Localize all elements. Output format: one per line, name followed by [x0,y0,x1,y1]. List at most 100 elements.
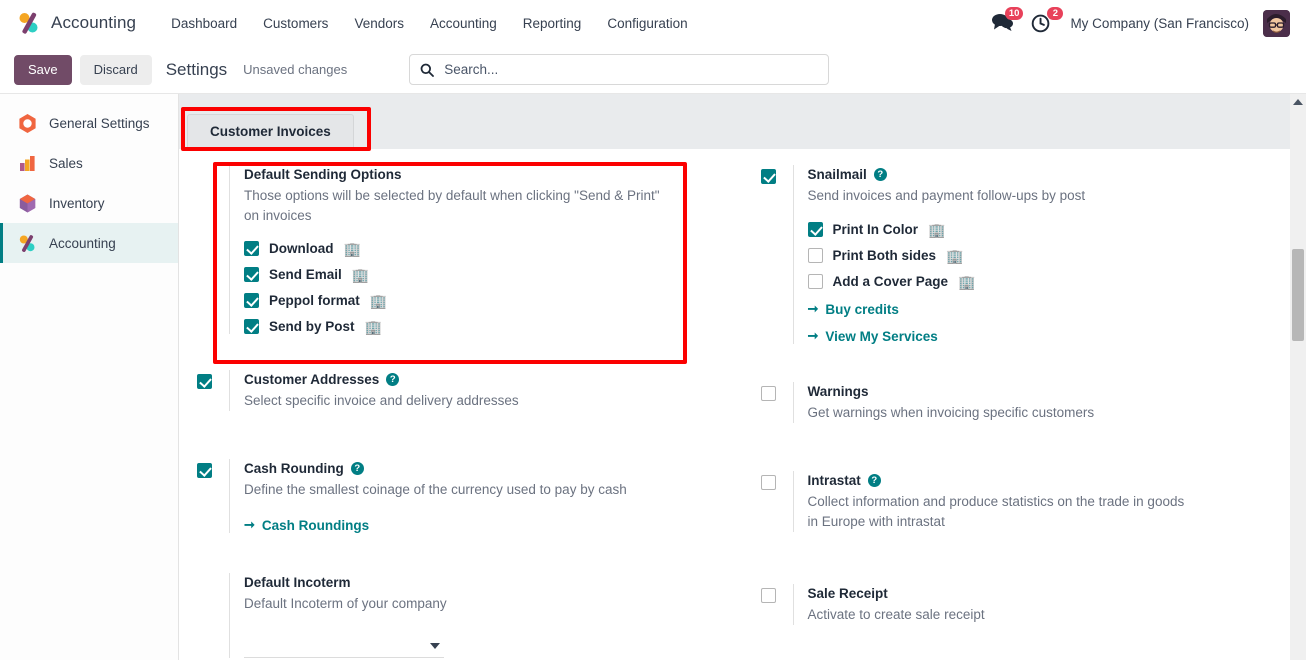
setting-title: Customer Addresses ? [244,370,721,389]
search-input[interactable] [409,54,830,85]
company-building-icon: 🏢 [364,318,382,335]
unsaved-changes-status: Unsaved changes [243,62,348,77]
setting-checkbox-cell [197,165,229,169]
messages-badge: 10 [1004,7,1024,20]
customer-addresses-checkbox[interactable] [197,374,212,389]
suboption-send-email: Send Email 🏢 [244,267,721,282]
add-cover-page-checkbox[interactable] [807,274,823,289]
link-label: Cash Roundings [261,517,370,533]
setting-checkbox-cell [760,382,793,401]
discard-button[interactable]: Discard [79,54,152,85]
nav-link-dashboard[interactable]: Dashboard [158,10,250,37]
save-button[interactable]: Save [14,54,72,85]
setting-title-label: Intrastat [807,473,861,488]
nav-link-customers[interactable]: Customers [250,10,341,37]
setting-title-label: Snailmail [807,167,867,182]
help-icon[interactable]: ? [867,474,881,487]
nav-link-vendors[interactable]: Vendors [341,10,417,37]
sidebar-item-label: Sales [49,155,83,171]
send-by-post-checkbox[interactable] [244,319,259,334]
setting-description: Send invoices and payment follow-ups by … [807,188,1086,203]
help-icon[interactable]: ? [350,462,364,475]
default-incoterm-select[interactable] [244,634,444,658]
sidebar-item-general-settings[interactable]: General Settings [0,103,178,143]
settings-panel: Default Sending Options Those options wi… [179,149,1306,660]
sidebar-item-label: Inventory [49,195,105,211]
accounting-app-icon [16,10,42,36]
setting-text-cell: Cash Rounding ? Define the smallest coin… [229,459,721,533]
search-container [409,54,830,85]
setting-title: Snailmail ? [808,165,1285,184]
company-building-icon: 🏢 [343,240,361,257]
intrastat-checkbox[interactable] [760,475,776,490]
setting-title: Default Sending Options [244,165,721,184]
cash-rounding-checkbox[interactable] [197,463,212,478]
link-label: Buy credits [825,301,899,317]
setting-default-incoterm: Default Incoterm Default Incoterm of you… [197,573,721,658]
help-icon[interactable]: ? [386,373,400,386]
inventory-box-icon [17,193,38,214]
link-buy-credits[interactable]: ➞ Buy credits [808,301,1285,317]
setting-description: Default Incoterm of your company [244,596,447,611]
print-both-sides-checkbox[interactable] [807,248,823,263]
warnings-checkbox[interactable] [760,386,776,401]
nav-link-reporting[interactable]: Reporting [510,10,595,37]
top-navbar: Accounting Dashboard Customers Vendors A… [0,0,1306,46]
tab-customer-invoices[interactable]: Customer Invoices [187,114,354,148]
snailmail-checkbox[interactable] [760,169,776,184]
link-cash-roundings[interactable]: ➞ Cash Roundings [244,517,721,533]
setting-title-label: Warnings [807,384,869,399]
setting-title: Warnings [808,382,1285,401]
activities-button[interactable]: 2 [1030,7,1064,35]
setting-title-label: Default Sending Options [244,167,402,182]
setting-cash-rounding: Cash Rounding ? Define the smallest coin… [197,459,721,533]
sidebar-item-sales[interactable]: Sales [0,143,178,183]
arrow-right-icon: ➞ [807,301,819,316]
nav-link-accounting[interactable]: Accounting [417,10,510,37]
suboption-label: Print In Color [832,222,919,237]
setting-title: Intrastat ? [808,471,1285,490]
setting-text-cell: Sale Receipt Activate to create sale rec… [792,584,1285,625]
sidebar-item-inventory[interactable]: Inventory [0,183,178,223]
nav-link-configuration[interactable]: Configuration [594,10,700,37]
setting-customer-addresses: Customer Addresses ? Select specific inv… [197,370,721,411]
print-in-color-checkbox[interactable] [807,222,823,237]
sidebar-item-accounting[interactable]: Accounting [0,223,178,263]
send-email-checkbox[interactable] [244,267,259,282]
peppol-format-checkbox[interactable] [244,293,259,308]
setting-title-label: Default Incoterm [244,575,351,590]
settings-grid: Default Sending Options Those options wi… [179,165,1306,660]
settings-gear-hex-icon [17,113,38,134]
scroll-up-arrow-icon[interactable] [1293,99,1303,105]
setting-description: Those options will be selected by defaul… [244,188,660,223]
brand[interactable]: Accounting [12,10,136,36]
sidebar-item-label: Accounting [49,235,116,251]
download-checkbox[interactable] [244,241,259,256]
activities-badge: 2 [1047,7,1064,20]
company-building-icon: 🏢 [958,273,976,290]
setting-description: Collect information and produce statisti… [807,494,1185,529]
setting-title-label: Customer Addresses [244,372,380,387]
sale-receipt-checkbox[interactable] [760,588,776,603]
sidebar-item-label: General Settings [49,115,150,131]
company-switcher[interactable]: My Company (San Francisco) [1070,16,1249,31]
suboption-label: Print Both sides [832,248,937,263]
avatar[interactable] [1263,9,1290,37]
setting-title-label: Cash Rounding [244,461,344,476]
link-view-my-services[interactable]: ➞ View My Services [808,328,1285,344]
help-icon[interactable]: ? [873,168,887,181]
suboption-label: Download [269,241,334,256]
messages-button[interactable]: 10 [990,7,1024,35]
setting-snailmail: Snailmail ? Send invoices and payment fo… [760,165,1285,344]
setting-checkbox-cell [760,165,793,184]
setting-sale-receipt: Sale Receipt Activate to create sale rec… [760,584,1285,625]
vertical-scrollbar[interactable] [1290,94,1306,660]
settings-column-left: Default Sending Options Those options wi… [179,165,743,660]
setting-text-cell: Default Incoterm Default Incoterm of you… [229,573,721,658]
suboption-print-in-color: Print In Color 🏢 [807,222,1285,237]
setting-title: Cash Rounding ? [244,459,721,478]
company-building-icon: 🏢 [351,266,370,283]
scrollbar-thumb[interactable] [1292,249,1304,341]
suboption-download: Download 🏢 [244,241,721,256]
setting-checkbox-cell [760,471,793,490]
